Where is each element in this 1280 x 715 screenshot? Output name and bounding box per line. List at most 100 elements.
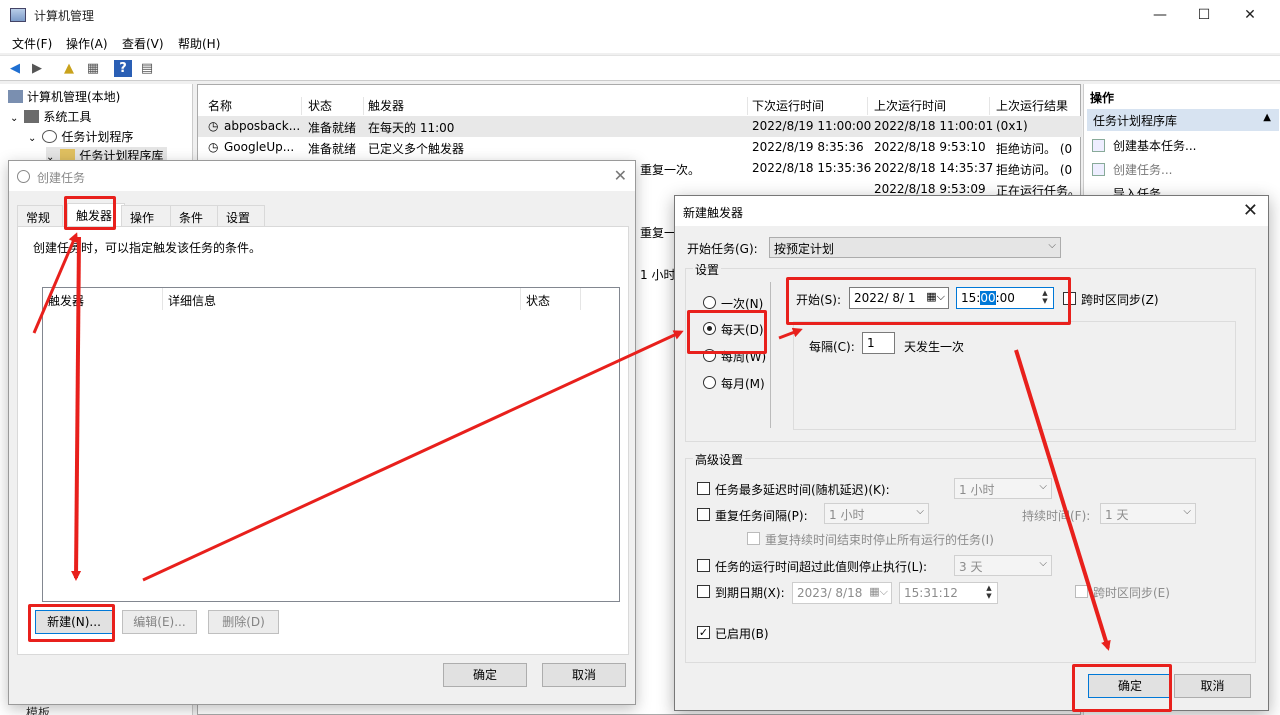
col-trigger[interactable]: 触发器 xyxy=(43,288,163,310)
col-last-result[interactable]: 上次运行结果 xyxy=(996,97,1082,115)
col-trigger[interactable]: 触发器 xyxy=(368,97,748,115)
tree-node-template[interactable]: 模板 xyxy=(26,704,50,715)
start-time-field[interactable]: 15:00:00 ▲ ▼ xyxy=(956,287,1054,309)
tab-triggers[interactable]: 触发器 xyxy=(67,203,125,228)
col-last-run[interactable]: 上次运行时间 xyxy=(874,97,990,115)
radio-weekly-label[interactable]: 每周(W) xyxy=(721,348,766,365)
dialog-titlebar: 创建任务 ✕ xyxy=(9,161,635,191)
table-row[interactable]: ◷ GoogleUp... 准备就绪 已定义多个触发器 2022/8/19 8:… xyxy=(198,137,1082,158)
action-pane-icon[interactable]: ▤ xyxy=(138,60,156,77)
triggers-panel: 创建任务时，可以指定触发该任务的条件。 触发器 详细信息 状态 xyxy=(17,226,629,655)
expire-checkbox[interactable] xyxy=(697,585,710,598)
expire-time-field[interactable]: 15:31:12 ▲ ▼ xyxy=(899,582,998,604)
tab-general[interactable]: 常规 xyxy=(17,205,63,227)
cancel-button[interactable]: 取消 xyxy=(542,663,626,687)
chevron-down-icon[interactable]: ⌄ xyxy=(10,113,18,124)
settings-label: 设置 xyxy=(693,261,722,278)
repeat-label[interactable]: 重复任务间隔(P): xyxy=(715,507,808,524)
expire-sync-checkbox[interactable] xyxy=(1075,585,1088,598)
action-create-basic-task[interactable]: 创建基本任务... xyxy=(1092,137,1196,154)
calendar-icon[interactable]: ▦⌵ xyxy=(926,290,945,304)
tab-conditions[interactable]: 条件 xyxy=(170,205,218,227)
chevron-down-icon[interactable]: ⌄ xyxy=(28,133,36,144)
table-row[interactable]: ◷ abposback... 准备就绪 在每天的 11:00 2022/8/19… xyxy=(198,116,1082,137)
chevron-down-icon: ⌵ xyxy=(1183,506,1191,517)
window-titlebar: 计算机管理 — ☐ ✕ xyxy=(0,0,1280,31)
enabled-label[interactable]: 已启用(B) xyxy=(715,625,769,642)
expire-label[interactable]: 到期日期(X): xyxy=(715,584,785,601)
begin-task-label: 开始任务(G): xyxy=(687,242,758,256)
stop-long-checkbox[interactable] xyxy=(697,559,710,572)
enabled-checkbox[interactable]: ✓ xyxy=(697,626,710,639)
begin-task-select[interactable]: 按预定计划 ⌵ xyxy=(769,237,1061,258)
show-hide-tree-icon[interactable]: ▦ xyxy=(84,60,102,77)
radio-once[interactable] xyxy=(703,296,716,309)
collapse-icon[interactable]: ▲ xyxy=(1263,112,1271,123)
stop-long-select[interactable]: 3 天 ⌵ xyxy=(954,555,1052,576)
col-details[interactable]: 详细信息 xyxy=(163,288,521,310)
expire-date-picker[interactable]: 2023/ 8/18 ▦⌵ xyxy=(792,582,892,604)
menu-action[interactable]: 操作(A) xyxy=(66,35,108,52)
stop-repeat-label[interactable]: 重复持续时间结束时停止所有运行的任务(I) xyxy=(765,531,994,548)
chevron-down-icon: ⌵ xyxy=(1039,558,1047,569)
clock-icon xyxy=(17,170,30,183)
menu-file[interactable]: 文件(F) xyxy=(12,35,52,52)
cancel-button[interactable]: 取消 xyxy=(1174,674,1251,698)
col-status[interactable]: 状态 xyxy=(521,288,581,310)
task-icon xyxy=(1092,163,1105,176)
radio-daily[interactable] xyxy=(703,322,716,335)
tree-node-root[interactable]: 计算机管理(本地) xyxy=(8,88,120,105)
delay-checkbox[interactable] xyxy=(697,482,710,495)
sync-timezone-checkbox[interactable] xyxy=(1063,292,1076,305)
actions-section[interactable]: 任务计划程序库 ▲ xyxy=(1087,109,1279,131)
close-icon[interactable]: ✕ xyxy=(1243,200,1258,221)
minimize-button[interactable]: — xyxy=(1137,0,1183,31)
edit-trigger-button[interactable]: 编辑(E)... xyxy=(122,610,197,634)
clock-icon xyxy=(42,130,58,143)
col-status[interactable]: 状态 xyxy=(308,97,364,115)
menu-view[interactable]: 查看(V) xyxy=(122,35,164,52)
col-name[interactable]: 名称 xyxy=(208,97,302,115)
repeat-checkbox[interactable] xyxy=(697,508,710,521)
menu-help[interactable]: 帮助(H) xyxy=(178,35,220,52)
duration-select[interactable]: 1 天 ⌵ xyxy=(1100,503,1196,524)
ok-button[interactable]: 确定 xyxy=(443,663,527,687)
action-create-task[interactable]: 创建任务... xyxy=(1092,161,1172,178)
radio-weekly[interactable] xyxy=(703,349,716,362)
computer-icon xyxy=(8,90,23,103)
new-trigger-button[interactable]: 新建(N)... xyxy=(35,610,113,634)
sync-timezone-label[interactable]: 跨时区同步(Z) xyxy=(1081,291,1159,308)
close-button[interactable]: ✕ xyxy=(1227,0,1273,31)
spinner-icon[interactable]: ▲ ▼ xyxy=(982,584,996,602)
stop-long-label[interactable]: 任务的运行时间超过此值则停止执行(L): xyxy=(715,558,927,575)
close-icon[interactable]: ✕ xyxy=(614,166,627,185)
expire-sync-label[interactable]: 跨时区同步(E) xyxy=(1093,584,1170,601)
radio-daily-label[interactable]: 每天(D) xyxy=(721,321,764,338)
delete-trigger-button[interactable]: 删除(D) xyxy=(208,610,279,634)
spinner-icon[interactable]: ▲ ▼ xyxy=(1038,289,1052,307)
tree-node-task-scheduler[interactable]: ⌄ 任务计划程序 xyxy=(28,128,133,145)
forward-icon[interactable]: ▶ xyxy=(28,60,46,77)
radio-once-label[interactable]: 一次(N) xyxy=(721,295,763,312)
triggers-table: 触发器 详细信息 状态 xyxy=(42,287,620,602)
radio-monthly[interactable] xyxy=(703,376,716,389)
tab-settings[interactable]: 设置 xyxy=(217,205,265,227)
delay-select[interactable]: 1 小时 ⌵ xyxy=(954,478,1052,499)
tree-node-system-tools[interactable]: ⌄ 系统工具 xyxy=(10,108,91,125)
maximize-button[interactable]: ☐ xyxy=(1181,0,1227,31)
recur-days-input[interactable]: 1 xyxy=(862,332,895,354)
triggers-description: 创建任务时，可以指定触发该任务的条件。 xyxy=(33,241,262,255)
calendar-icon[interactable]: ▦⌵ xyxy=(869,585,888,599)
up-folder-icon[interactable]: ▲ xyxy=(60,60,78,77)
col-next-run[interactable]: 下次运行时间 xyxy=(752,97,868,115)
tab-actions[interactable]: 操作 xyxy=(121,205,171,227)
radio-monthly-label[interactable]: 每月(M) xyxy=(721,375,765,392)
stop-repeat-checkbox[interactable] xyxy=(747,532,760,545)
help-icon[interactable]: ? xyxy=(114,60,132,77)
recur-unit: 天发生一次 xyxy=(904,340,965,354)
ok-button[interactable]: 确定 xyxy=(1088,674,1172,698)
delay-label[interactable]: 任务最多延迟时间(随机延迟)(K): xyxy=(715,481,890,498)
start-date-picker[interactable]: 2022/ 8/ 1 ▦⌵ xyxy=(849,287,949,309)
repeat-select[interactable]: 1 小时 ⌵ xyxy=(824,503,929,524)
back-icon[interactable]: ◀ xyxy=(6,60,24,77)
